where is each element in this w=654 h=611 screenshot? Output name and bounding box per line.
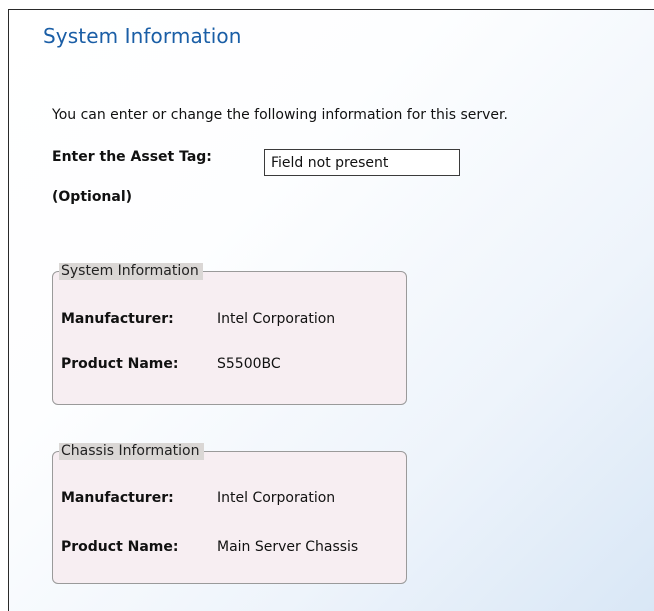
chassis-product-row: Product Name: Main Server Chassis	[61, 539, 358, 555]
chassis-manufacturer-label: Manufacturer:	[61, 490, 174, 506]
system-information-group: System Information Manufacturer: Intel Co…	[52, 263, 407, 405]
asset-tag-optional-label: (Optional)	[52, 189, 133, 205]
asset-tag-label: Enter the Asset Tag:	[52, 149, 212, 165]
intro-text: You can enter or change the following in…	[52, 107, 508, 123]
page-title: System Information	[43, 24, 242, 48]
system-manufacturer-label: Manufacturer:	[61, 311, 174, 327]
system-manufacturer-value: Intel Corporation	[217, 311, 336, 327]
system-product-value: S5500BC	[217, 356, 281, 372]
chassis-manufacturer-value: Intel Corporation	[217, 490, 336, 506]
chassis-information-legend: Chassis Information	[59, 443, 204, 460]
system-product-label: Product Name:	[61, 356, 179, 372]
system-manufacturer-row: Manufacturer: Intel Corporation	[61, 311, 335, 327]
chassis-product-value: Main Server Chassis	[217, 539, 359, 555]
system-information-legend: System Information	[59, 263, 203, 280]
system-product-row: Product Name: S5500BC	[61, 356, 281, 372]
chassis-information-group: Chassis Information Manufacturer: Intel C…	[52, 443, 407, 584]
chassis-manufacturer-row: Manufacturer: Intel Corporation	[61, 490, 335, 506]
chassis-product-label: Product Name:	[61, 539, 179, 555]
asset-tag-input[interactable]	[264, 149, 460, 176]
